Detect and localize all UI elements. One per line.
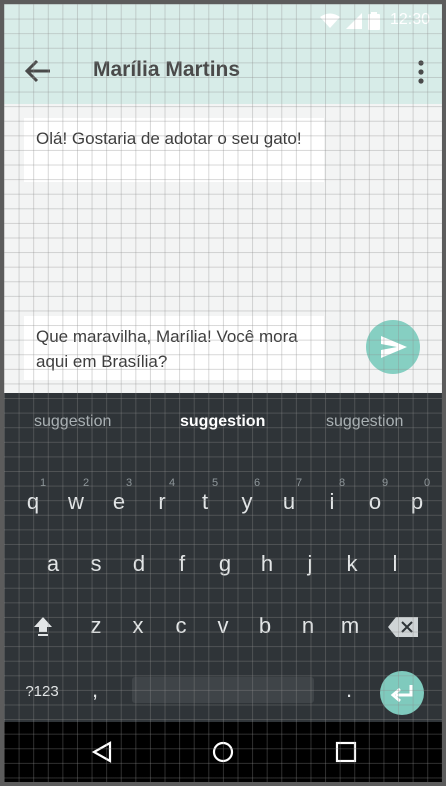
key-j[interactable]: j xyxy=(293,551,327,577)
key-hint-5: 5 xyxy=(212,477,219,489)
period-key[interactable]: . xyxy=(332,677,366,703)
shift-icon[interactable] xyxy=(32,615,54,637)
key-hint-4: 4 xyxy=(169,477,176,489)
back-triangle-icon[interactable] xyxy=(90,740,114,764)
key-c[interactable]: c xyxy=(164,613,198,639)
key-q[interactable]: q xyxy=(16,489,50,515)
key-k[interactable]: k xyxy=(335,551,369,577)
key-a[interactable]: a xyxy=(36,551,70,577)
message-input[interactable]: Que maravilha, Marília! Você mora aqui e… xyxy=(24,316,324,380)
key-l[interactable]: l xyxy=(378,551,412,577)
recents-square-icon[interactable] xyxy=(334,740,358,764)
key-d[interactable]: d xyxy=(122,551,156,577)
navigation-bar xyxy=(4,722,442,782)
enter-button[interactable] xyxy=(380,671,424,715)
signal-icon xyxy=(346,13,362,29)
status-icons xyxy=(320,12,380,30)
keyboard: suggestion suggestion suggestion 1q 2w 3e 4… xyxy=(4,393,442,722)
key-m[interactable]: m xyxy=(333,613,367,639)
app-bar: Marília Martins xyxy=(4,36,442,104)
key-w[interactable]: w xyxy=(59,489,93,515)
key-hint-6: 6 xyxy=(254,477,261,489)
screen: 12:30 Marília Martins Olá! Gostaria de a… xyxy=(4,4,442,782)
key-z[interactable]: z xyxy=(79,613,113,639)
key-o[interactable]: o xyxy=(358,489,392,515)
send-icon xyxy=(381,336,407,358)
key-hint-2: 2 xyxy=(83,477,90,489)
key-f[interactable]: f xyxy=(165,551,199,577)
key-hint-1: 1 xyxy=(40,477,47,489)
key-n[interactable]: n xyxy=(291,613,325,639)
key-x[interactable]: x xyxy=(121,613,155,639)
key-hint-3: 3 xyxy=(126,477,133,489)
symbols-key[interactable]: ?123 xyxy=(22,683,62,700)
suggestion-center[interactable]: suggestion xyxy=(180,413,265,431)
home-circle-icon[interactable] xyxy=(211,740,235,764)
conversation-title: Marília Martins xyxy=(93,58,241,81)
key-h[interactable]: h xyxy=(250,551,284,577)
key-t[interactable]: t xyxy=(188,489,222,515)
key-s[interactable]: s xyxy=(79,551,113,577)
arrow-back-icon[interactable] xyxy=(24,58,54,84)
more-vert-icon[interactable] xyxy=(416,60,426,84)
status-bar: 12:30 xyxy=(4,4,442,36)
suggestion-right[interactable]: suggestion xyxy=(326,413,403,431)
key-v[interactable]: v xyxy=(206,613,240,639)
wifi-icon xyxy=(320,13,340,28)
enter-icon xyxy=(390,685,413,703)
comma-key[interactable]: , xyxy=(78,677,112,703)
status-time: 12:30 xyxy=(389,11,430,28)
key-e[interactable]: e xyxy=(102,489,136,515)
device-frame: 12:30 Marília Martins Olá! Gostaria de a… xyxy=(0,0,446,786)
incoming-message: Olá! Gostaria de adotar o seu gato! xyxy=(24,118,324,182)
key-p[interactable]: p xyxy=(400,489,434,515)
key-hint-8: 8 xyxy=(339,477,346,489)
suggestion-left[interactable]: suggestion xyxy=(34,413,111,431)
backspace-icon[interactable] xyxy=(388,617,418,637)
key-hint-7: 7 xyxy=(296,477,303,489)
key-r[interactable]: r xyxy=(145,489,179,515)
battery-icon xyxy=(368,12,380,30)
key-b[interactable]: b xyxy=(248,613,282,639)
key-i[interactable]: i xyxy=(315,489,349,515)
send-button[interactable] xyxy=(366,320,420,374)
chat-area: Olá! Gostaria de adotar o seu gato! Que … xyxy=(4,104,442,393)
key-u[interactable]: u xyxy=(272,489,306,515)
key-hint-9: 9 xyxy=(382,477,389,489)
key-g[interactable]: g xyxy=(208,551,242,577)
key-y[interactable]: y xyxy=(230,489,264,515)
space-key[interactable] xyxy=(132,677,314,703)
key-hint-0: 0 xyxy=(424,477,431,489)
